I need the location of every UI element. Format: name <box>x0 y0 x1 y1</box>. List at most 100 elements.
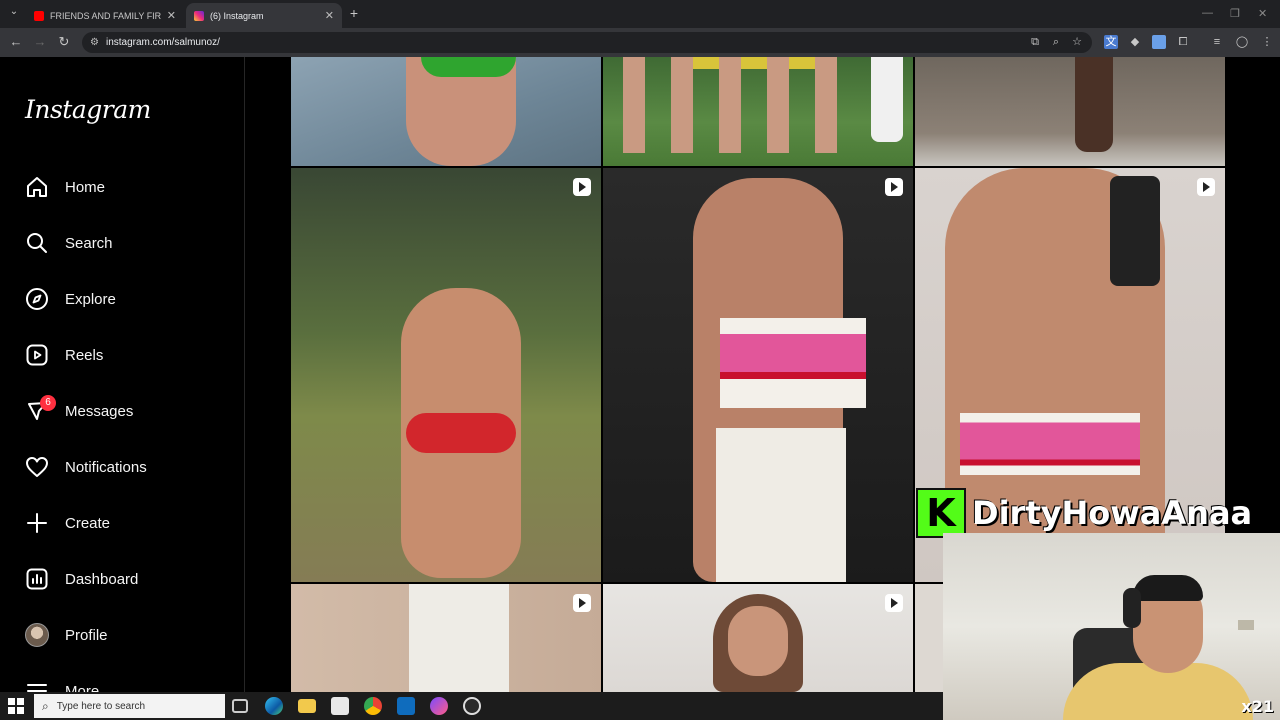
tab-search-button[interactable]: ⌄ <box>6 6 22 17</box>
thumbnail-accent <box>871 57 903 142</box>
sidebar-item-reels[interactable]: Reels <box>24 335 103 375</box>
tab-title: (6) Instagram <box>210 10 264 21</box>
taskbar-search-box[interactable]: ⌕ Type here to search <box>34 694 225 718</box>
menu-dots-icon[interactable]: ⋮ <box>1260 35 1274 49</box>
sidebar-item-search[interactable]: Search <box>24 223 113 263</box>
sidebar-item-notifications[interactable]: Notifications <box>24 447 147 487</box>
site-info-icon[interactable]: ⚙ <box>90 37 99 48</box>
new-tab-button[interactable]: + <box>346 5 362 21</box>
instagram-icon <box>194 10 204 21</box>
search-icon <box>24 230 50 256</box>
tab-youtube[interactable]: FRIENDS AND FAMILY FIRST RE ✕ <box>26 3 184 28</box>
address-bar[interactable]: ⚙ instagram.com/salmunoz/ <box>82 32 1092 53</box>
reload-icon[interactable]: ↻ <box>56 34 72 50</box>
install-app-icon[interactable]: ⧉ <box>1028 35 1042 49</box>
file-explorer-icon[interactable] <box>298 699 316 713</box>
sidebar-item-explore[interactable]: Explore <box>24 279 116 319</box>
sidebar-item-label: Reels <box>65 346 104 364</box>
search-icon: ⌕ <box>42 698 49 713</box>
sidebar-item-label: Messages <box>65 402 134 420</box>
close-icon[interactable]: ✕ <box>167 9 176 22</box>
instagram-sidebar: Instagram Home Search Explore Reels 6 Me… <box>0 57 245 700</box>
watermark: x21 <box>1241 697 1274 716</box>
sidebar-item-label: Create <box>65 514 111 532</box>
post-thumbnail[interactable] <box>291 168 601 582</box>
thumbnail-accent <box>421 57 516 77</box>
reels-icon <box>24 342 50 368</box>
translate-extension-icon[interactable]: 文 <box>1104 35 1118 49</box>
sidebar-item-label: Notifications <box>65 458 147 476</box>
sidebar-item-profile[interactable]: Profile <box>24 615 108 655</box>
post-thumbnail[interactable] <box>915 57 1225 166</box>
bookmark-star-icon[interactable]: ☆ <box>1070 35 1084 49</box>
headphones-icon <box>1123 588 1141 628</box>
chrome-icon[interactable] <box>364 697 382 715</box>
back-icon[interactable]: ← <box>8 34 24 49</box>
extension-diamond-icon[interactable]: ◆ <box>1128 35 1142 49</box>
browser-tab-bar: ⌄ FRIENDS AND FAMILY FIRST RE ✕ (6) Inst… <box>0 0 1280 28</box>
account-icon[interactable]: ◯ <box>1235 35 1249 49</box>
obs-icon[interactable] <box>463 697 481 715</box>
tab-instagram[interactable]: (6) Instagram ✕ <box>186 3 342 28</box>
heart-icon <box>24 454 50 480</box>
url-text: instagram.com/salmunoz/ <box>105 37 220 48</box>
post-thumbnail[interactable] <box>291 584 601 692</box>
thumbnail-figure <box>1075 57 1113 152</box>
task-view-icon[interactable] <box>232 699 248 713</box>
messages-count-badge: 6 <box>40 395 56 411</box>
extensions-puzzle-icon[interactable]: ⧠ <box>1176 35 1190 49</box>
sidebar-item-label: Explore <box>65 290 116 308</box>
store-icon[interactable] <box>331 697 349 715</box>
reel-icon <box>1197 178 1215 196</box>
sidebar-item-home[interactable]: Home <box>24 167 105 207</box>
sidebar-item-create[interactable]: Create <box>24 503 110 543</box>
reel-icon <box>573 178 591 196</box>
forward-icon[interactable]: → <box>32 34 48 49</box>
sidebar-item-label: Dashboard <box>65 570 139 588</box>
post-thumbnail[interactable] <box>603 168 913 582</box>
windows-taskbar: ⌕ Type here to search <box>0 692 943 720</box>
profile-avatar-icon <box>24 622 50 648</box>
wall-outlet <box>1238 620 1254 630</box>
compass-icon <box>24 286 50 312</box>
zoom-icon[interactable]: ⌕ <box>1049 35 1063 49</box>
reel-icon <box>885 178 903 196</box>
sidebar-item-dashboard[interactable]: Dashboard <box>24 559 138 599</box>
streamer-banner: K DirtyHowaAnaa <box>916 486 1280 540</box>
thumbnail-accent <box>1110 176 1160 286</box>
reel-icon <box>885 594 903 612</box>
home-icon <box>24 174 50 200</box>
extension-cloud-icon[interactable] <box>1152 35 1166 49</box>
sidebar-item-label: Search <box>65 234 113 252</box>
thumbnail-accent <box>728 606 788 676</box>
thumbnail-accent <box>409 584 509 692</box>
reading-list-icon[interactable]: ≡ <box>1210 35 1224 49</box>
thumbnail-accent <box>960 413 1140 475</box>
post-thumbnail[interactable] <box>603 584 913 692</box>
post-thumbnail[interactable] <box>291 57 601 166</box>
outlook-icon[interactable] <box>397 697 415 715</box>
edge-icon[interactable] <box>265 697 283 715</box>
close-icon[interactable]: ✕ <box>325 9 334 22</box>
webcam-feed: x21 <box>943 533 1280 720</box>
sidebar-item-messages[interactable]: 6 Messages <box>24 391 133 431</box>
dashboard-icon <box>24 566 50 592</box>
webcam-person-hair <box>1133 575 1203 601</box>
thumbnail-figure <box>623 57 853 153</box>
sidebar-item-label: Profile <box>65 626 108 644</box>
browser-toolbar: ← → ↻ ⚙ instagram.com/salmunoz/ ⧉ ⌕ ☆ 文 … <box>0 28 1280 57</box>
taskbar-search-placeholder: Type here to search <box>56 700 146 712</box>
maximize-icon[interactable]: ❐ <box>1230 7 1240 20</box>
thumbnail-accent <box>720 318 866 408</box>
post-thumbnail[interactable] <box>603 57 913 166</box>
tab-title: FRIENDS AND FAMILY FIRST RE <box>50 10 161 21</box>
instagram-logo[interactable]: Instagram <box>25 95 151 124</box>
messenger-icon: 6 <box>24 395 56 424</box>
windows-start-icon[interactable] <box>8 698 24 714</box>
minimize-icon[interactable]: — <box>1202 7 1213 19</box>
streamer-name: DirtyHowaAnaa <box>972 494 1253 532</box>
close-window-icon[interactable]: ✕ <box>1258 7 1267 20</box>
messenger-app-icon[interactable] <box>430 697 448 715</box>
thumbnail-accent <box>716 428 846 582</box>
thumbnail-accent <box>406 413 516 453</box>
